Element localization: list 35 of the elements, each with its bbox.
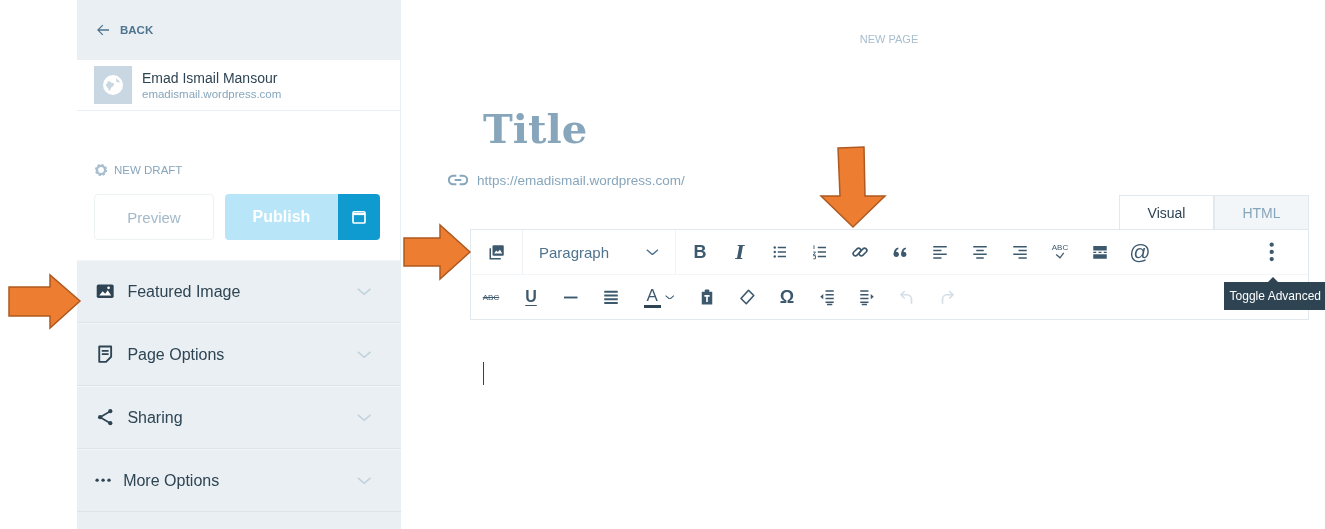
permalink-url: https://emadismail.wordpress.com/: [477, 172, 685, 188]
calendar-icon: [350, 208, 368, 226]
title-field[interactable]: Title: [470, 105, 896, 152]
tooltip: Toggle Advanced: [1223, 282, 1325, 310]
text-color-button[interactable]: A: [631, 275, 687, 319]
special-character-button[interactable]: Ω: [767, 275, 807, 319]
text-cursor: [483, 362, 484, 385]
site-name: Emad Ismail Mansour: [142, 70, 279, 86]
section-label: Sharing: [127, 408, 184, 427]
editor-tab[interactable]: Visual: [1119, 195, 1214, 229]
chevron-down-icon: [646, 248, 659, 256]
section-label: Page Options: [127, 345, 226, 364]
sidebar-section[interactable]: Sharing: [77, 386, 401, 449]
sidebar-section[interactable]: Page Options: [77, 323, 401, 386]
bold-button[interactable]: B: [680, 230, 720, 274]
section-label: More Options: [123, 471, 221, 490]
callout-arrow: [403, 223, 472, 281]
strikethrough-button[interactable]: ABC: [471, 275, 511, 319]
post-status: NEW DRAFT: [114, 164, 183, 176]
section-label: Featured Image: [127, 282, 242, 301]
site-url: emadismail.wordpress.com: [142, 88, 282, 100]
format-select[interactable]: Paragraph: [523, 230, 676, 274]
italic-button[interactable]: I: [720, 230, 760, 274]
back-arrow-icon: [95, 22, 111, 38]
gear-icon: [94, 163, 108, 177]
underline-button[interactable]: U: [511, 275, 551, 319]
spellcheck-button[interactable]: ABC: [1040, 230, 1080, 274]
ellipsis-icon: [95, 478, 112, 483]
sidebar-section[interactable]: More Options: [77, 449, 401, 512]
mention-button[interactable]: @: [1120, 230, 1160, 274]
page-type-heading: NEW PAGE: [859, 33, 919, 45]
chevron-down-icon: [664, 294, 675, 300]
globe-icon: [101, 73, 125, 97]
sidebar-section[interactable]: Featured Image: [77, 260, 401, 323]
schedule-button[interactable]: [338, 194, 380, 240]
